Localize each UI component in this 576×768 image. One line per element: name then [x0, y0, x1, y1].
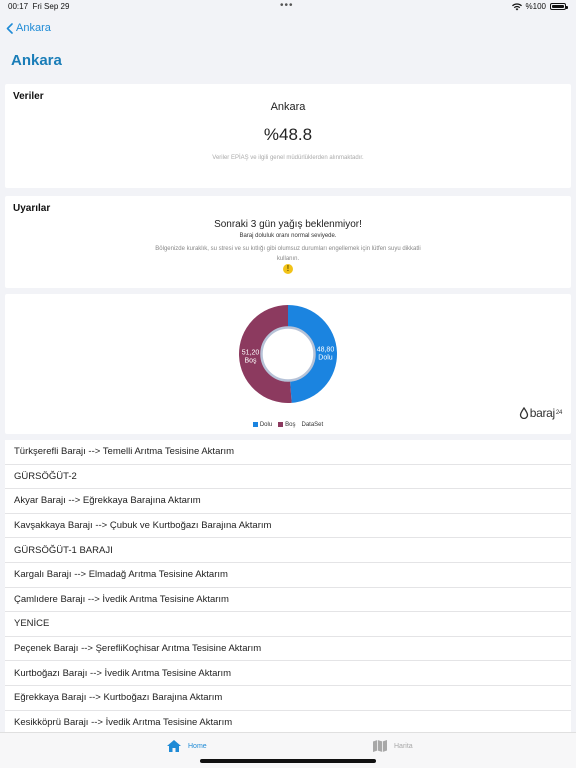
battery-percent: %100: [525, 2, 546, 11]
tab-map[interactable]: Harita: [372, 739, 413, 753]
status-time: 00:17 Fri Sep 29: [8, 2, 70, 11]
list-item[interactable]: GÜRSÖĞÜT-2: [5, 465, 571, 490]
transfer-list: Türkşerefli Barajı --> Temelli Arıtma Te…: [5, 440, 571, 732]
slice-name-label: Dolu: [318, 355, 333, 362]
list-item[interactable]: GÜRSÖĞÜT-1 BARAJI: [5, 538, 571, 563]
legend-label: Dolu: [259, 422, 273, 429]
brand-logo: baraj 24: [519, 406, 562, 420]
list-item[interactable]: Türkşerefli Barajı --> Temelli Arıtma Te…: [5, 440, 571, 465]
tab-home-label: Home: [188, 742, 207, 750]
list-item[interactable]: Peçenek Barajı --> ŞerefliKoçhisar Arıtm…: [5, 637, 571, 662]
warning-subline: Baraj doluluk oranı normal seviyede.: [239, 233, 337, 239]
brand-suffix: 24: [555, 410, 562, 416]
list-item[interactable]: Kargalı Barajı --> Elmadağ Arıtma Tesisi…: [5, 563, 571, 588]
drop-logo-icon: [519, 407, 528, 419]
legend-item: Boş: [278, 422, 296, 429]
slice-value-label: 48,80: [317, 347, 335, 354]
legend-swatch: [278, 422, 284, 427]
data-card-city: Ankara: [270, 101, 306, 113]
map-icon: [373, 740, 387, 752]
list-item[interactable]: Eğrekkaya Barajı --> Kurtboğazı Barajına…: [5, 686, 571, 711]
legend-label: Boş: [285, 422, 296, 429]
brand-name: baraj: [529, 406, 555, 420]
tab-map-label: Harita: [394, 742, 413, 750]
tab-home[interactable]: Home: [166, 739, 207, 753]
house-icon: [167, 740, 181, 752]
data-source-note: Veriler EPİAŞ ve ilgili genel müdürlükle…: [212, 155, 364, 161]
chart-legend: Dolu Boş DataSet: [5, 422, 571, 428]
donut-inner-ring: [260, 326, 316, 382]
home-indicator: [200, 759, 376, 763]
warnings-card-heading: Uyarılar: [13, 203, 51, 214]
list-item[interactable]: Kurtboğazı Barajı --> İvedik Arıtma Tesi…: [5, 661, 571, 686]
page-title: Ankara: [11, 52, 62, 69]
fill-percentage: %48.8: [263, 125, 313, 144]
back-button-label: Ankara: [16, 22, 51, 34]
chart-card: 48,80 Dolu 51,20 Boş Dolu Boş DataSet baraj 24: [5, 294, 571, 434]
legend-swatch: [252, 422, 258, 427]
battery-icon: [550, 3, 568, 10]
slice-value-label: 51,20: [242, 349, 260, 356]
data-card: Veriler Ankara %48.8 Veriler EPİAŞ ve il…: [5, 84, 571, 188]
wifi-icon: [511, 2, 522, 10]
list-item[interactable]: YENİCE: [5, 612, 571, 637]
list-item[interactable]: Akyar Barajı --> Eğrekkaya Barajına Akta…: [5, 489, 571, 514]
warning-circle-icon: !: [283, 264, 293, 274]
legend-label: DataSet: [301, 422, 324, 428]
legend-item: Dolu: [252, 422, 273, 429]
list-item[interactable]: Kesikköprü Barajı --> İvedik Arıtma Tesi…: [5, 711, 571, 732]
slice-name-label: Boş: [244, 357, 257, 364]
status-bar: 00:17 Fri Sep 29 ••• %100: [0, 0, 576, 14]
multitask-dots[interactable]: •••: [280, 0, 294, 11]
back-button[interactable]: Ankara: [6, 18, 51, 38]
warnings-card: Uyarılar Sonraki 3 gün yağış beklenmiyor…: [5, 196, 571, 288]
legend-item: DataSet: [302, 422, 324, 428]
warning-headline: Sonraki 3 gün yağış beklenmiyor!: [214, 219, 362, 230]
warning-description: Bölgenizde kuraklık, su stresi ve su kıt…: [155, 246, 421, 262]
status-right: %100: [511, 2, 568, 11]
list-item[interactable]: Çamlıdere Barajı --> İvedik Arıtma Tesis…: [5, 588, 571, 613]
list-item[interactable]: Kavşakkaya Barajı --> Çubuk ve Kurtboğaz…: [5, 514, 571, 539]
chevron-left-icon: [6, 22, 13, 34]
donut-chart: 48,80Dolu 51,20Boş: [239, 305, 337, 403]
